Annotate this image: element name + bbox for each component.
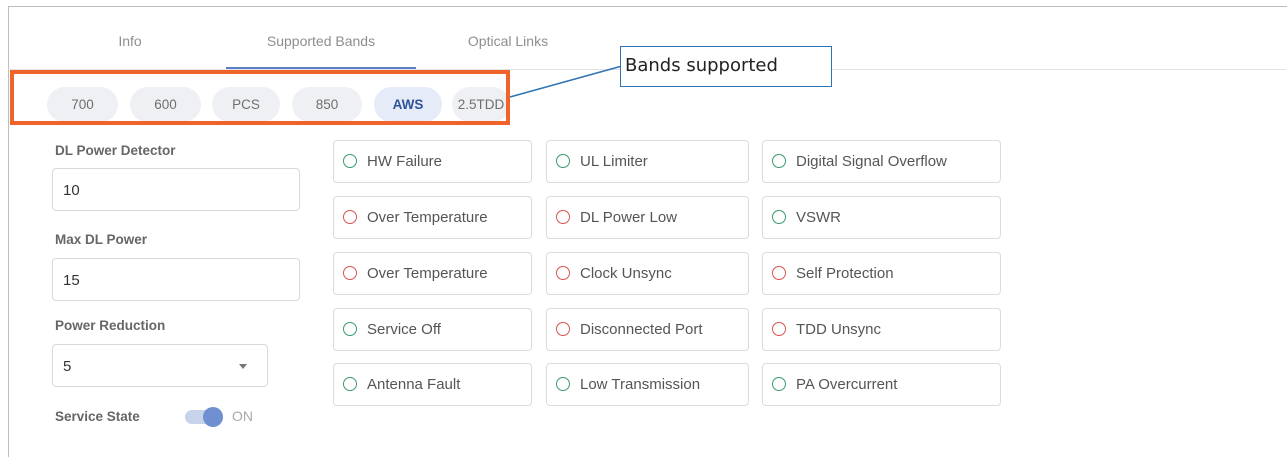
alarm-tdd-unsync: TDD Unsync [762, 308, 1001, 351]
status-circle-icon [556, 322, 570, 336]
power-reduction-select[interactable]: 5 [52, 344, 268, 387]
alarm-hw-failure: HW Failure [333, 140, 532, 183]
band-chip-pcs[interactable]: PCS [212, 87, 280, 122]
alarm-disconnected-port: Disconnected Port [546, 308, 749, 351]
alarm-label: Self Protection [796, 265, 894, 282]
status-circle-icon [772, 377, 786, 391]
status-circle-icon [343, 377, 357, 391]
band-chip-2-5tdd[interactable]: 2.5TDD [452, 87, 510, 122]
chevron-down-icon[interactable] [239, 364, 247, 369]
status-circle-icon [343, 210, 357, 224]
alarm-antenna-fault: Antenna Fault [333, 363, 532, 406]
status-circle-icon [772, 322, 786, 336]
alarm-service-off: Service Off [333, 308, 532, 351]
max-dl-power-input[interactable] [63, 272, 283, 289]
status-circle-icon [772, 210, 786, 224]
band-chip-600[interactable]: 600 [130, 87, 201, 122]
power-reduction-value: 5 [63, 358, 72, 375]
alarm-low-transmission: Low Transmission [546, 363, 749, 406]
max-dl-power-field[interactable] [52, 258, 300, 301]
service-state-toggle-knob[interactable] [203, 407, 223, 427]
alarm-ul-limiter: UL Limiter [546, 140, 749, 183]
alarm-label: TDD Unsync [796, 321, 882, 338]
alarm-clock-unsync: Clock Unsync [546, 252, 749, 295]
alarm-label: VSWR [796, 209, 841, 226]
alarm-dl-power-low: DL Power Low [546, 196, 749, 239]
alarm-label: UL Limiter [580, 153, 648, 170]
tab-optical-links[interactable]: Optical Links [448, 6, 568, 69]
band-chip-850[interactable]: 850 [292, 87, 362, 122]
status-circle-icon [772, 154, 786, 168]
alarm-label: Disconnected Port [580, 321, 703, 338]
alarm-label: Digital Signal Overflow [796, 153, 947, 170]
alarm-digital-signal-overflow: Digital Signal Overflow [762, 140, 1001, 183]
dl-power-detector-label: DL Power Detector [55, 143, 176, 158]
band-chip-700[interactable]: 700 [47, 87, 118, 122]
status-circle-icon [343, 266, 357, 280]
status-circle-icon [556, 266, 570, 280]
alarm-pa-overcurrent: PA Overcurrent [762, 363, 1001, 406]
status-circle-icon [343, 322, 357, 336]
power-reduction-label: Power Reduction [55, 318, 166, 333]
bands-supported-callout: Bands supported [620, 46, 832, 87]
status-circle-icon [556, 210, 570, 224]
alarm-label: Low Transmission [580, 376, 701, 393]
alarm-label: DL Power Low [580, 209, 677, 226]
max-dl-power-label: Max DL Power [55, 232, 148, 247]
dl-power-detector-input[interactable] [63, 182, 283, 199]
status-circle-icon [772, 266, 786, 280]
alarm-self-protection: Self Protection [762, 252, 1001, 295]
status-circle-icon [556, 154, 570, 168]
band-chip-aws[interactable]: AWS [374, 87, 442, 122]
status-circle-icon [343, 154, 357, 168]
alarm-label: HW Failure [367, 153, 443, 170]
alarm-label: Antenna Fault [367, 376, 461, 393]
alarm-over-temperature: Over Temperature [333, 252, 532, 295]
alarm-label: Service Off [367, 321, 441, 338]
alarm-label: Clock Unsync [580, 265, 672, 282]
alarm-label: Over Temperature [367, 209, 488, 226]
tab-supported-bands[interactable]: Supported Bands [226, 6, 416, 69]
alarm-label: PA Overcurrent [796, 376, 898, 393]
alarm-over-temperature: Over Temperature [333, 196, 532, 239]
dl-power-detector-field[interactable] [52, 168, 300, 211]
status-circle-icon [556, 377, 570, 391]
alarm-label: Over Temperature [367, 265, 488, 282]
alarm-vswr: VSWR [762, 196, 1001, 239]
tab-info[interactable]: Info [90, 6, 170, 69]
service-state-value: ON [232, 408, 253, 424]
service-state-label: Service State [55, 409, 140, 424]
